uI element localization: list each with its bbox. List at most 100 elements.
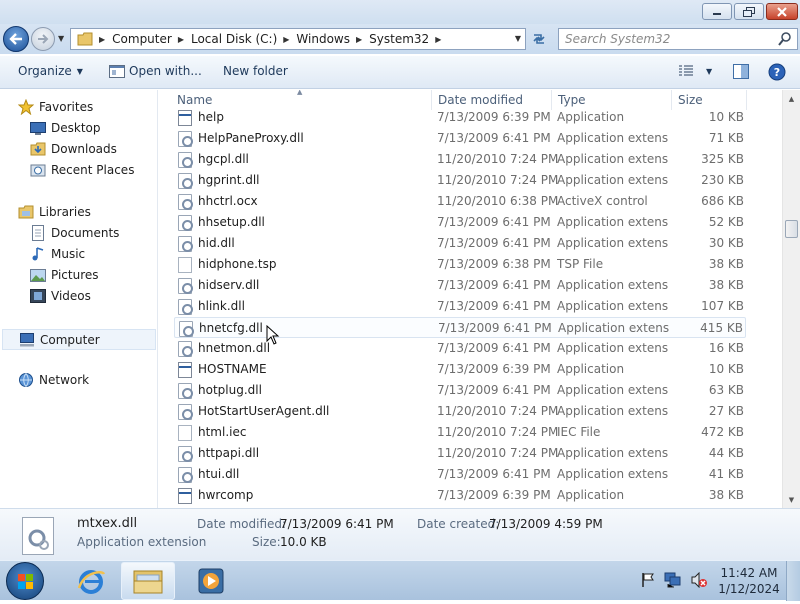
libraries-icon bbox=[18, 204, 34, 220]
nav-documents-label: Documents bbox=[51, 226, 120, 240]
forward-button[interactable] bbox=[31, 27, 55, 51]
dll-file-icon bbox=[178, 215, 193, 231]
file-size: 41 KB bbox=[708, 467, 744, 481]
nav-downloads[interactable]: Downloads bbox=[30, 141, 117, 157]
nav-recent-places[interactable]: Recent Places bbox=[30, 162, 134, 178]
file-row[interactable]: htui.dll 7/13/2009 6:41 PM Application ext… bbox=[174, 464, 746, 485]
nav-network[interactable]: Network bbox=[18, 372, 89, 388]
taskbar-media-player[interactable] bbox=[184, 562, 238, 600]
scroll-down-icon[interactable]: ▼ bbox=[783, 491, 800, 508]
file-row[interactable]: hgprint.dll 11/20/2010 7:24 PM Application… bbox=[174, 170, 746, 191]
column-divider[interactable] bbox=[746, 90, 747, 110]
file-row[interactable]: hhsetup.dll 7/13/2009 6:41 PM Application … bbox=[174, 212, 746, 233]
scroll-up-icon[interactable]: ▲ bbox=[783, 90, 800, 107]
file-row[interactable]: hotplug.dll 7/13/2009 6:41 PM Application … bbox=[174, 380, 746, 401]
file-name: HotStartUserAgent.dll bbox=[198, 404, 330, 418]
file-row[interactable]: html.iec 11/20/2010 7:24 PM IEC File 472 KB bbox=[174, 422, 746, 443]
network-status-icon[interactable] bbox=[664, 572, 682, 588]
vertical-scrollbar[interactable]: ▲ ▼ bbox=[782, 90, 800, 508]
system-clock[interactable]: 11:42 AM 1/12/2024 bbox=[716, 565, 782, 597]
nav-favorites[interactable]: Favorites bbox=[18, 99, 93, 115]
nav-music[interactable]: Music bbox=[30, 246, 85, 262]
action-center-flag-icon[interactable] bbox=[640, 572, 656, 588]
restore-button[interactable] bbox=[734, 3, 764, 20]
file-row[interactable]: HelpPaneProxy.dll 7/13/2009 6:41 PM Applic… bbox=[174, 128, 746, 149]
file-row[interactable]: hidserv.dll 7/13/2009 6:41 PM Application … bbox=[174, 275, 746, 296]
file-type: Application bbox=[557, 362, 625, 376]
column-date-modified[interactable]: Date modified bbox=[438, 93, 523, 107]
file-row[interactable]: HOSTNAME 7/13/2009 6:39 PM Application 10 K… bbox=[174, 359, 746, 380]
help-button[interactable]: ? bbox=[768, 63, 786, 81]
dll-file-icon bbox=[178, 194, 193, 210]
nav-desktop[interactable]: Desktop bbox=[30, 120, 101, 136]
scroll-thumb[interactable] bbox=[785, 220, 798, 238]
search-input[interactable]: Search System32 bbox=[558, 28, 798, 50]
close-button[interactable] bbox=[766, 3, 798, 20]
details-view-icon bbox=[679, 65, 693, 76]
address-bar[interactable]: ▶ Computer ▶ Local Disk (C:) ▶ Windows ▶… bbox=[70, 28, 526, 50]
file-row[interactable]: httpapi.dll 11/20/2010 7:24 PM Application… bbox=[174, 443, 746, 464]
breadcrumb-chevron-icon[interactable]: ▶ bbox=[352, 35, 367, 44]
minimize-button[interactable] bbox=[702, 3, 732, 20]
nav-computer[interactable]: Computer bbox=[2, 329, 156, 350]
title-bar bbox=[0, 0, 800, 24]
column-size[interactable]: Size bbox=[678, 93, 703, 107]
file-name: hidphone.tsp bbox=[198, 257, 277, 271]
breadcrumb-chevron-icon[interactable]: ▶ bbox=[95, 35, 110, 44]
file-row[interactable]: help 7/13/2009 6:39 PM Application 10 KB bbox=[174, 107, 746, 128]
downloads-folder-icon bbox=[30, 141, 46, 157]
organize-button[interactable]: Organize ▼ bbox=[18, 64, 83, 78]
back-button[interactable] bbox=[3, 26, 29, 52]
column-type[interactable]: Type bbox=[558, 93, 586, 107]
nav-videos[interactable]: Videos bbox=[30, 288, 91, 304]
restore-icon bbox=[743, 6, 755, 17]
clock-date: 1/12/2024 bbox=[718, 582, 780, 596]
file-row[interactable]: hid.dll 7/13/2009 6:41 PM Application exte… bbox=[174, 233, 746, 254]
refresh-button[interactable] bbox=[528, 28, 550, 50]
file-row[interactable]: hlink.dll 7/13/2009 6:41 PM Application ex… bbox=[174, 296, 746, 317]
recent-pages-dropdown-icon[interactable]: ▼ bbox=[58, 34, 66, 43]
file-type: Application extens... bbox=[557, 215, 669, 229]
svg-text:?: ? bbox=[774, 66, 780, 79]
breadcrumb-windows[interactable]: Windows bbox=[294, 29, 352, 49]
application-file-icon bbox=[178, 110, 192, 126]
search-placeholder: Search System32 bbox=[565, 32, 671, 46]
search-icon[interactable] bbox=[778, 32, 792, 46]
view-options-chevron-icon[interactable]: ▼ bbox=[706, 67, 712, 76]
breadcrumb-local-disk[interactable]: Local Disk (C:) bbox=[189, 29, 279, 49]
volume-muted-icon[interactable] bbox=[690, 572, 708, 588]
nav-libraries[interactable]: Libraries bbox=[18, 204, 91, 220]
new-folder-button[interactable]: New folder bbox=[223, 64, 288, 78]
taskbar-internet-explorer[interactable] bbox=[64, 562, 118, 600]
taskbar-windows-explorer[interactable] bbox=[121, 562, 175, 600]
breadcrumb-chevron-icon[interactable]: ▶ bbox=[279, 35, 294, 44]
breadcrumb-chevron-icon[interactable]: ▶ bbox=[431, 35, 446, 44]
show-desktop-button[interactable] bbox=[786, 561, 800, 601]
dll-file-icon bbox=[179, 321, 194, 337]
open-with-button[interactable]: Open with... bbox=[109, 64, 202, 78]
change-view-button[interactable]: ▼ bbox=[678, 65, 712, 77]
file-size: 107 KB bbox=[701, 299, 744, 313]
file-type: Application extens... bbox=[557, 341, 669, 355]
file-row[interactable]: hwrcomp 7/13/2009 6:39 PM Application 38 KB bbox=[174, 485, 746, 506]
breadcrumb-chevron-icon[interactable]: ▶ bbox=[174, 35, 189, 44]
breadcrumb-system32[interactable]: System32 bbox=[367, 29, 431, 49]
column-name[interactable]: Name bbox=[177, 93, 212, 107]
nav-documents[interactable]: Documents bbox=[30, 225, 119, 241]
file-row[interactable]: hgcpl.dll 11/20/2010 7:24 PM Application e… bbox=[174, 149, 746, 170]
breadcrumb-computer[interactable]: Computer bbox=[110, 29, 174, 49]
preview-pane-button[interactable] bbox=[733, 64, 749, 79]
file-row[interactable]: hhctrl.ocx 11/20/2010 6:38 PM ActiveX cont… bbox=[174, 191, 746, 212]
address-history-dropdown-icon[interactable]: ▼ bbox=[515, 34, 521, 43]
file-size: 686 KB bbox=[701, 194, 744, 208]
file-type: Application extens... bbox=[558, 321, 670, 335]
file-row[interactable]: HotStartUserAgent.dll 11/20/2010 7:24 PM A… bbox=[174, 401, 746, 422]
file-row[interactable]: hnetcfg.dll 7/13/2009 6:41 PM Application … bbox=[174, 317, 746, 338]
file-type: Application extens... bbox=[557, 278, 669, 292]
nav-pictures[interactable]: Pictures bbox=[30, 267, 99, 283]
file-row[interactable]: hidphone.tsp 7/13/2009 6:38 PM TSP File 38 … bbox=[174, 254, 746, 275]
organize-label: Organize bbox=[18, 64, 72, 78]
start-button[interactable] bbox=[6, 562, 44, 600]
windows-logo-icon bbox=[18, 574, 33, 589]
file-row[interactable]: hnetmon.dll 7/13/2009 6:41 PM Application … bbox=[174, 338, 746, 359]
